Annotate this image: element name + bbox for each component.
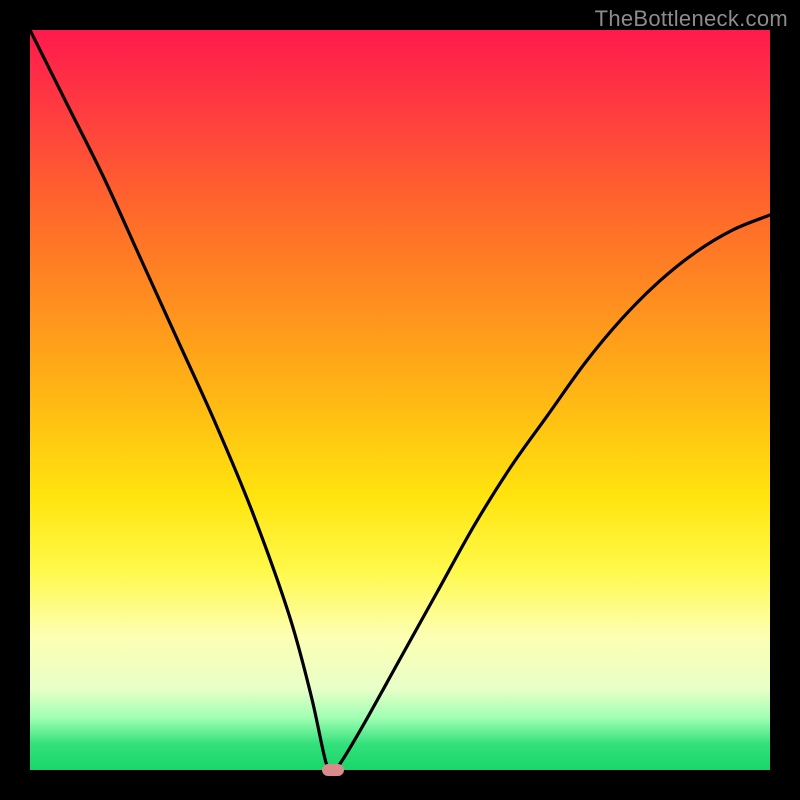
bottleneck-curve [30, 30, 770, 771]
optimum-marker [322, 764, 344, 776]
curve-svg [30, 30, 770, 770]
watermark-text: TheBottleneck.com [595, 6, 788, 32]
chart-frame: TheBottleneck.com [0, 0, 800, 800]
plot-area [30, 30, 770, 770]
